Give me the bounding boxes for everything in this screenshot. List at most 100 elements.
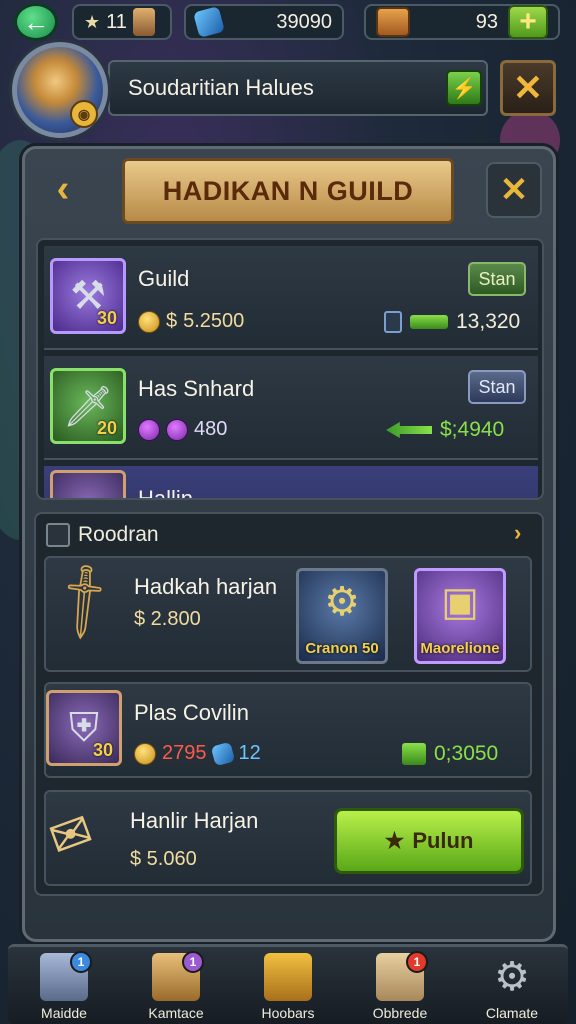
- cost-red: 2795: [162, 742, 207, 764]
- section-checkbox[interactable]: [46, 523, 70, 547]
- gear-icon: ⚙: [494, 955, 530, 999]
- chest-icon: [376, 7, 410, 37]
- edit-profile-button[interactable]: ⚡: [446, 70, 482, 106]
- notification-badge: 1: [182, 951, 204, 973]
- offer-name: Hadkah harjan: [134, 574, 278, 599]
- cost-value: 5.2500: [183, 310, 245, 332]
- item-level: 30: [93, 740, 114, 760]
- item-name: Guild: [138, 266, 190, 291]
- plus-icon: +: [519, 5, 537, 38]
- stan-button[interactable]: Stan: [468, 262, 526, 296]
- item-cost: 480: [138, 418, 227, 441]
- item-icon: 🗡 20: [50, 368, 126, 444]
- level-pill: ★ 11: [72, 4, 172, 40]
- top-bar: ← ★ 11 39090 93 +: [0, 0, 576, 46]
- stan-button[interactable]: Stan: [468, 370, 526, 404]
- section-header[interactable]: Roodran: [46, 518, 536, 552]
- item-icon: [50, 470, 126, 498]
- pull-button[interactable]: ★ Pulun: [334, 808, 524, 874]
- check-icon: [402, 743, 426, 765]
- offer-stat: 0;3050: [402, 742, 498, 766]
- nav-label: Clamate: [485, 1005, 539, 1021]
- profile-name: Soudaritian Halues: [128, 75, 314, 100]
- list-item[interactable]: Hallin: [44, 466, 538, 500]
- offer-name: Plas Covilin: [134, 700, 249, 725]
- nav-label: Kamtace: [148, 1005, 204, 1021]
- close-icon: ✕: [512, 67, 544, 108]
- reward-label: Cranon 50: [305, 640, 379, 657]
- item-name: Hallin: [138, 486, 194, 500]
- coin-icon: [138, 310, 160, 333]
- offer-name: Hanlir Harjan: [130, 808, 259, 833]
- mini-avatar-icon: [132, 8, 155, 36]
- star-icon: ★: [384, 828, 405, 853]
- battery-icon: [384, 311, 402, 333]
- gem-icon: [210, 741, 235, 766]
- gem-value: 39090: [276, 10, 332, 33]
- item-level: 20: [97, 418, 118, 438]
- item-stat: $;4940: [386, 418, 504, 442]
- nav-item-obbrede[interactable]: 1 Obbrede: [350, 951, 450, 1021]
- list-item[interactable]: ⚒ 30 Guild $5.2500 Stan 13,320: [44, 246, 538, 350]
- reward-label: Maorelione: [420, 640, 500, 657]
- bottom-nav: 1 Maidde 1 Kamtace Hoobars 1 Obbrede ⚙ C…: [8, 944, 568, 1024]
- page-title: HADIKAN N GUILD: [122, 158, 454, 224]
- nav-label: Hoobars: [261, 1005, 315, 1021]
- lightning-icon: ⚡: [451, 77, 477, 100]
- gem-pill: 39090: [184, 4, 344, 40]
- item-icon: ⛨ 30: [46, 690, 122, 766]
- nav-label: Maidde: [41, 1005, 87, 1021]
- stat-value: 0;3050: [434, 742, 499, 765]
- notification-badge: 1: [70, 951, 92, 973]
- level-badge-icon: ◉: [70, 100, 98, 128]
- close-icon: ✕: [499, 171, 529, 209]
- profile-name-box: Soudaritian Halues: [108, 60, 488, 116]
- chevron-left-icon: ‹: [56, 167, 70, 210]
- close-profile-button[interactable]: ✕: [500, 60, 556, 116]
- pull-label: Pulun: [412, 828, 474, 853]
- item-name: Has Snhard: [138, 376, 255, 401]
- offer-cost: $ 5.060: [130, 848, 197, 870]
- gem-icon: [193, 6, 225, 38]
- guild-list: ⚒ 30 Guild $5.2500 Stan 13,320 🗡 20 Has …: [36, 238, 544, 500]
- chevron-right-icon[interactable]: ›: [514, 520, 521, 546]
- reward-item[interactable]: ⚙ Cranon 50: [296, 568, 388, 664]
- reward-item[interactable]: ▣ Maorelione: [414, 568, 506, 664]
- nav-item-clamate[interactable]: ⚙ Clamate: [462, 953, 562, 1021]
- cost-value: 480: [194, 418, 228, 440]
- stat-value: $;4940: [440, 418, 505, 441]
- nav-item-maidde[interactable]: 1 Maidde: [14, 951, 114, 1021]
- item-cost: $5.2500: [138, 310, 244, 333]
- section-title: Roodran: [78, 523, 159, 546]
- green-bar-icon: [410, 315, 448, 329]
- nav-item-hoobars[interactable]: Hoobars: [238, 953, 338, 1021]
- gold-bar-icon: [264, 953, 312, 1001]
- item-icon: ⚒ 30: [50, 258, 126, 334]
- coin-icon: [134, 742, 156, 765]
- nav-label: Obbrede: [372, 1005, 428, 1021]
- cost-currency: $: [166, 310, 178, 332]
- item-level: 30: [97, 308, 118, 328]
- arrow-left-icon: [386, 422, 432, 438]
- nav-item-kamtace[interactable]: 1 Kamtace: [126, 951, 226, 1021]
- star-icon: ★: [84, 11, 101, 32]
- arrow-left-icon: ←: [23, 6, 49, 37]
- cost-blue: 12: [238, 742, 261, 764]
- stat-value: 13,320: [456, 310, 521, 333]
- cannon-icon: ⚙: [324, 580, 360, 624]
- offer-cost: $ 2.800: [134, 608, 201, 630]
- add-resource-button[interactable]: +: [508, 5, 548, 39]
- notification-badge: 1: [406, 951, 428, 973]
- panel-back-button[interactable]: ‹: [40, 166, 86, 212]
- chest-pill: 93 +: [364, 4, 560, 40]
- chest-value: 93: [475, 10, 498, 33]
- orb-icon: [138, 418, 160, 441]
- back-button[interactable]: ←: [14, 3, 58, 41]
- item-stat: 13,320: [384, 310, 520, 334]
- level-value: 11: [106, 10, 127, 33]
- offer-cost: 2795 12: [134, 741, 261, 766]
- treasure-chest-icon: ▣: [441, 580, 479, 624]
- orb-icon: [166, 418, 188, 441]
- panel-close-button[interactable]: ✕: [486, 162, 542, 218]
- list-item[interactable]: 🗡 20 Has Snhard 480 Stan $;4940: [44, 356, 538, 460]
